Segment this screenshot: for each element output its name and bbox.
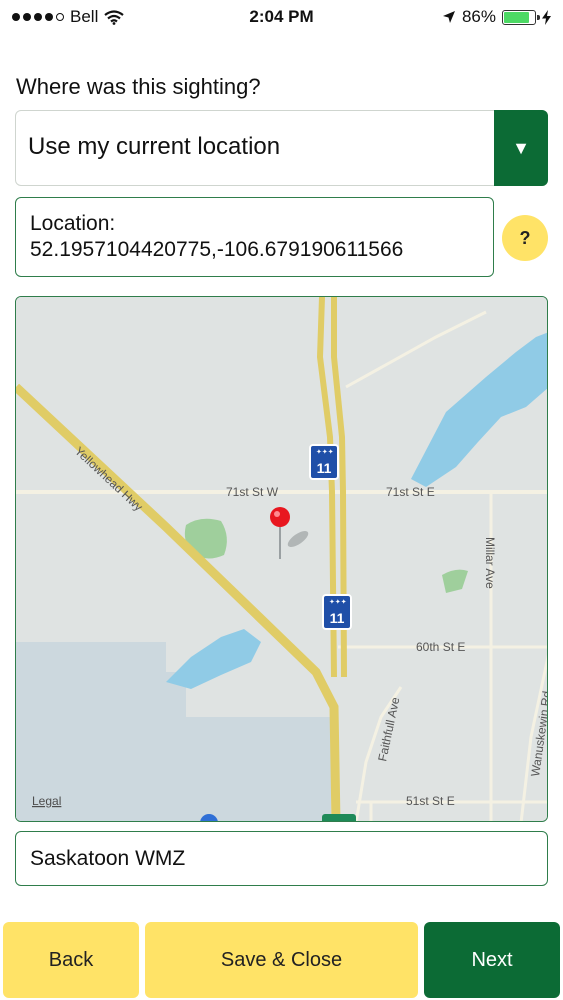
- zone-field[interactable]: Saskatoon WMZ: [15, 831, 548, 886]
- battery-icon: [502, 9, 540, 25]
- back-button[interactable]: Back: [3, 922, 139, 998]
- question-heading: Where was this sighting?: [16, 74, 261, 99]
- highway-shield-north-icon: ✦✦✦ 11: [309, 444, 339, 480]
- question-mark-icon: ?: [519, 227, 531, 248]
- svg-text:✦✦✦: ✦✦✦: [329, 598, 347, 606]
- highway-shield-number: 11: [330, 610, 345, 626]
- location-field[interactable]: Location: 52.1957104420775,-106.67919061…: [15, 197, 494, 277]
- map-label-millar: Millar Ave: [483, 537, 497, 589]
- location-label: Location:: [30, 212, 116, 235]
- svg-text:✦✦✦: ✦✦✦: [316, 448, 334, 456]
- location-arrow-icon: [442, 11, 455, 23]
- map-label-71st-w: 71st St W: [226, 485, 279, 499]
- location-select[interactable]: Use my current location ▼: [15, 110, 548, 186]
- map-canvas[interactable]: Yellowhead Hwy 71st St W 71st St E 60th …: [16, 297, 548, 822]
- battery-percent: 86%: [461, 7, 496, 26]
- map-legal-link[interactable]: Legal: [32, 794, 61, 808]
- map-shield-partial: [322, 814, 356, 821]
- highway-shield-number: 11: [317, 460, 332, 476]
- charging-bolt-icon: [542, 9, 551, 25]
- dropdown-button[interactable]: ▼: [494, 110, 548, 186]
- save-close-button[interactable]: Save & Close: [145, 922, 418, 998]
- map-label-51st-e: 51st St E: [406, 794, 455, 808]
- map-label-71st-e: 71st St E: [386, 485, 435, 499]
- help-button[interactable]: ?: [502, 215, 548, 261]
- map-label-60th-e: 60th St E: [416, 640, 465, 654]
- map-view[interactable]: Yellowhead Hwy 71st St W 71st St E 60th …: [15, 296, 548, 822]
- zone-value: Saskatoon WMZ: [30, 847, 186, 870]
- status-bar: Bell 2:04 PM 86%: [0, 0, 563, 34]
- highway-shield-south-icon: ✦✦✦ 11: [322, 594, 352, 630]
- caret-down-icon: ▼: [512, 137, 530, 158]
- location-select-value: Use my current location: [28, 133, 281, 160]
- location-coordinates: 52.1957104420775,-106.679190611566: [30, 238, 404, 261]
- next-button[interactable]: Next: [424, 922, 560, 998]
- status-right: 86%: [442, 7, 551, 27]
